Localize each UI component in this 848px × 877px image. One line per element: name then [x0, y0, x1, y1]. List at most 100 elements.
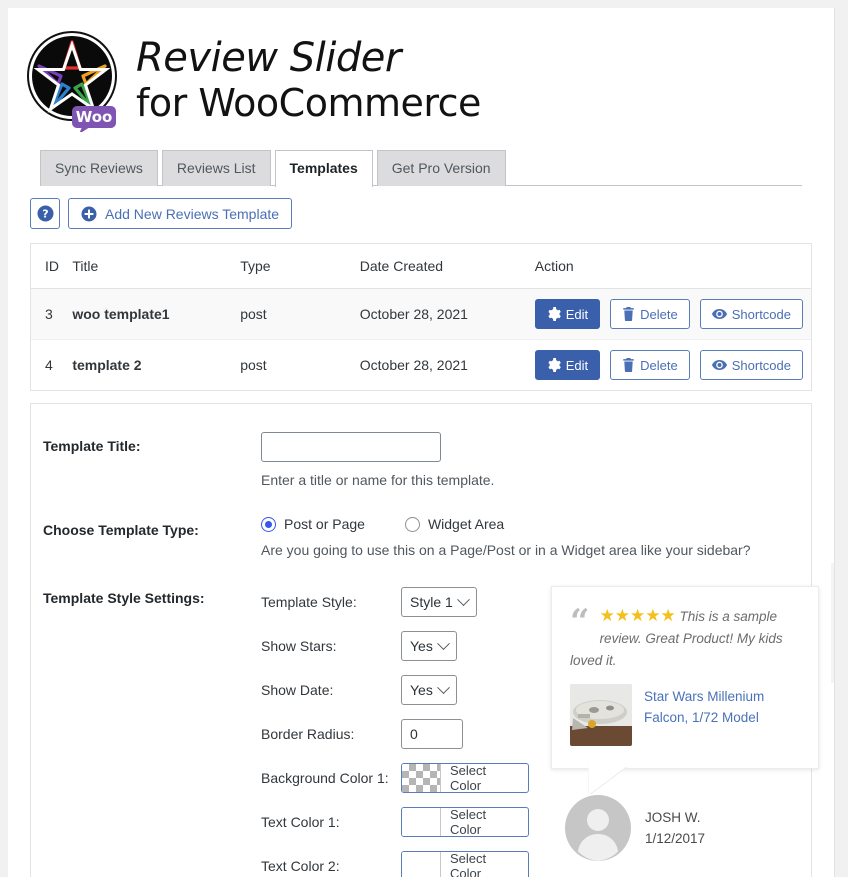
table-row[interactable]: 4 template 2 post October 28, 2021 Edit [31, 340, 811, 391]
column-header-type: Type [240, 244, 360, 289]
eye-icon [711, 309, 727, 319]
form-row-template-title: Template Title: Enter a title or name fo… [31, 432, 811, 488]
radio-post-or-page-label: Post or Page [284, 516, 365, 532]
field-show-stars: Show Stars: Yes [261, 628, 529, 664]
background-color-1-picker[interactable]: Select Color [401, 763, 529, 793]
help-button[interactable]: ? [30, 198, 60, 229]
delete-button-label: Delete [640, 306, 678, 322]
quote-icon: “ [570, 602, 590, 642]
template-form-panel: Template Title: Enter a title or name fo… [30, 403, 819, 877]
show-stars-value: Yes [410, 638, 433, 654]
product-row[interactable]: Star Wars Millenium Falcon, 1/72 Model [570, 680, 798, 746]
woo-badge-icon: Woo [72, 106, 116, 132]
template-style-select[interactable]: Style 1 [401, 587, 477, 617]
edit-button-label: Edit [565, 306, 589, 322]
page-header: Woo Review Slider for WooCommerce [8, 8, 834, 132]
cell-id: 3 [31, 288, 73, 340]
cell-date: October 28, 2021 [359, 357, 468, 373]
color-swatch [402, 852, 441, 877]
table-header-row: ID Title Type Date Created Action [31, 244, 811, 289]
show-stars-select[interactable]: Yes [401, 631, 457, 661]
show-date-value: Yes [410, 682, 433, 698]
template-preview: “ ★★★★★ This is a sample review. Great P… [551, 584, 819, 877]
star-rating: ★★★★★ [599, 606, 676, 625]
form-row-template-type: Choose Template Type: Post or Page Widge… [31, 516, 811, 558]
table-row[interactable]: 3 woo template1 post October 28, 2021 Ed… [31, 288, 811, 340]
tab-bar: Sync Reviews Reviews List Templates Get Pro… [40, 150, 834, 187]
border-radius-input[interactable] [401, 719, 463, 749]
tab-reviews-list[interactable]: Reviews List [161, 150, 271, 186]
gear-icon [548, 358, 561, 372]
edit-button[interactable]: Edit [534, 299, 601, 329]
scrollbar-track[interactable] [831, 563, 834, 683]
delete-button[interactable]: Delete [610, 350, 690, 380]
template-title-input[interactable] [261, 432, 441, 462]
edit-button-label: Edit [565, 357, 589, 373]
radio-post-or-page[interactable] [261, 516, 276, 532]
color-swatch [402, 764, 441, 792]
radio-widget-area-label: Widget Area [427, 516, 505, 532]
show-date-select[interactable]: Yes [401, 675, 457, 705]
templates-table: ID Title Type Date Created Action 3 woo … [31, 244, 811, 390]
radio-widget-area[interactable] [404, 516, 420, 532]
tab-templates[interactable]: Templates [274, 150, 373, 187]
shortcode-button-label: Shortcode [731, 357, 791, 373]
text-color-1-picker[interactable]: Select Color [401, 807, 529, 837]
author-date: 1/12/2017 [645, 831, 706, 846]
cell-type: post [240, 288, 360, 340]
cell-actions: Edit Delete Shortcode [534, 340, 811, 391]
template-type-label: Choose Template Type: [43, 522, 199, 538]
cell-title: template 2 [72, 357, 142, 373]
show-date-label: Show Date: [261, 682, 334, 698]
woo-badge-label: Woo [76, 108, 113, 126]
product-thumbnail [570, 684, 632, 746]
template-style-value: Style 1 [410, 594, 453, 610]
column-header-action: Action [534, 244, 811, 289]
chevron-down-icon [436, 636, 450, 650]
template-title-hint: Enter a title or name for this template. [261, 472, 495, 488]
author-name: JOSH W. [645, 810, 701, 825]
field-border-radius: Border Radius: [261, 716, 529, 752]
style-settings-fields: Template Style: Style 1 Show Stars: Yes [261, 584, 529, 877]
chevron-down-icon [456, 592, 470, 606]
template-title-label: Template Title: [43, 438, 141, 454]
text-color-2-picker[interactable]: Select Color [401, 851, 529, 877]
shortcode-button[interactable]: Shortcode [699, 350, 803, 380]
text-color-2-label: Text Color 2: [261, 858, 340, 874]
tab-get-pro-version[interactable]: Get Pro Version [376, 150, 506, 186]
background-color-1-select-label: Select Color [450, 763, 487, 793]
tab-sync-reviews[interactable]: Sync Reviews [40, 150, 158, 186]
trash-icon [623, 307, 634, 321]
template-style-label: Template Style: [261, 594, 357, 610]
field-show-date: Show Date: Yes [261, 672, 529, 708]
style-settings-label: Template Style Settings: [43, 590, 205, 606]
delete-button-label: Delete [640, 357, 678, 373]
field-text-color-2: Text Color 2: Select Color [261, 848, 529, 877]
review-bubble: “ ★★★★★ This is a sample review. Great P… [551, 586, 819, 794]
field-background-color-1: Background Color 1: Select Color [261, 760, 529, 796]
cell-date: October 28, 2021 [359, 288, 535, 340]
templates-table-panel: ID Title Type Date Created Action 3 woo … [30, 243, 812, 391]
edit-button[interactable]: Edit [534, 350, 601, 380]
product-image [570, 684, 632, 746]
shortcode-button-label: Shortcode [731, 306, 791, 322]
product-name[interactable]: Star Wars Millenium Falcon, 1/72 Model [644, 684, 798, 746]
add-new-reviews-template-label: Add New Reviews Template [105, 205, 280, 222]
add-new-reviews-template-button[interactable]: Add New Reviews Template [68, 198, 293, 229]
avatar-icon [565, 795, 631, 861]
delete-button[interactable]: Delete [610, 299, 690, 329]
text-color-2-select-label: Select Color [450, 851, 487, 877]
shortcode-button[interactable]: Shortcode [699, 299, 803, 329]
chevron-down-icon [436, 680, 450, 694]
field-template-style: Template Style: Style 1 [261, 584, 529, 620]
cell-actions: Edit Delete Shortcode [534, 288, 811, 340]
title-line-1: Review Slider [136, 35, 401, 81]
bubble-tail-shape [588, 766, 629, 794]
field-text-color-1: Text Color 1: Select Color [261, 804, 529, 840]
cell-type: post [240, 357, 267, 373]
logo-star-icon: Woo [27, 31, 117, 132]
cell-id: 4 [45, 357, 53, 373]
review-text-block: ★★★★★ This is a sample review. Great Pro… [570, 605, 798, 672]
cell-title: woo template1 [72, 288, 241, 340]
background-color-1-label: Background Color 1: [261, 770, 389, 786]
